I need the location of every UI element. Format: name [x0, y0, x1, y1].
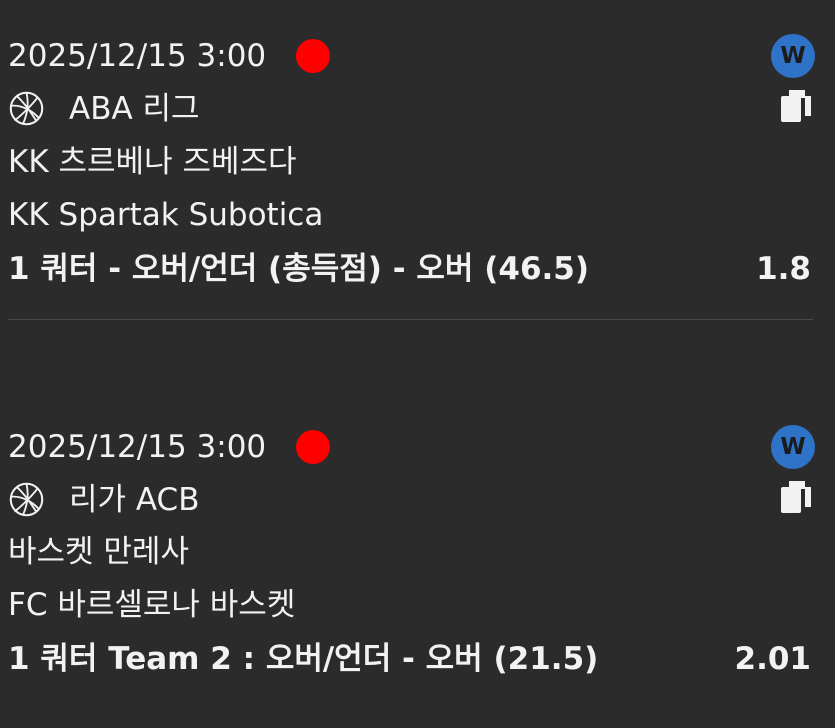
basketball-icon [9, 91, 44, 126]
bet-header: 2025/12/15 3:00 [8, 429, 331, 465]
home-team: KK 츠르베나 즈베즈다 [8, 144, 297, 180]
bet-header: 2025/12/15 3:00 [8, 38, 331, 74]
live-indicator [296, 39, 331, 73]
card-divider [8, 319, 813, 320]
copy-icon[interactable] [779, 479, 813, 515]
league-row: 리가 ACB [8, 481, 199, 518]
bet-odds: 1.8 [756, 251, 811, 287]
league-row: ABA 리그 [8, 90, 200, 127]
away-team: FC 바르셀로나 바스켓 [8, 587, 296, 623]
league-name: 리가 ACB [69, 481, 200, 518]
copy-icon[interactable] [779, 88, 813, 124]
home-team: 바스켓 만레사 [8, 534, 189, 570]
away-team: KK Spartak Subotica [8, 197, 324, 233]
win-status-badge: W [771, 425, 815, 469]
win-status-badge: W [771, 34, 815, 78]
match-datetime: 2025/12/15 3:00 [8, 429, 267, 465]
bet-selection: 1 쿼터 Team 2 : 오버/언더 - 오버 (21.5) [8, 641, 599, 677]
bet-selection: 1 쿼터 - 오버/언더 (총득점) - 오버 (46.5) [8, 251, 590, 287]
live-indicator [296, 430, 331, 464]
bet-odds: 2.01 [734, 641, 812, 677]
match-datetime: 2025/12/15 3:00 [8, 38, 267, 74]
basketball-icon [9, 482, 44, 517]
league-name: ABA 리그 [69, 90, 200, 127]
